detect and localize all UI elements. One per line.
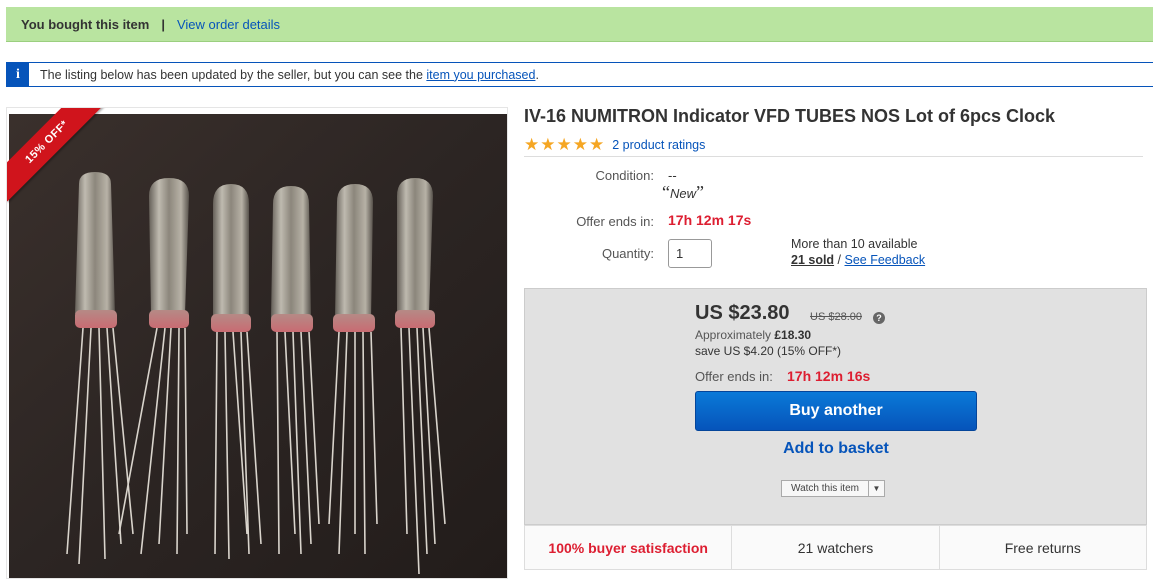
sold-count-link[interactable]: 21 sold <box>791 253 834 267</box>
add-to-basket-link[interactable]: Add to basket <box>695 440 977 458</box>
condition-label: Condition: <box>595 168 654 183</box>
star-icon: ★ <box>572 135 588 154</box>
star-rating[interactable]: ★ ★ ★ ★ ★ 2 product ratings <box>524 136 705 153</box>
condition-value: -- <box>668 168 677 183</box>
quantity-input[interactable] <box>668 239 712 268</box>
product-photo <box>9 114 507 578</box>
star-icon: ★ <box>589 135 605 154</box>
condition-new: “New” <box>662 182 705 202</box>
star-icon: ★ <box>540 135 556 154</box>
item-purchased-link[interactable]: item you purchased <box>426 68 535 82</box>
view-order-details-link[interactable]: View order details <box>177 17 280 32</box>
trust-badges: 100% buyer satisfaction 21 watchers Free… <box>524 525 1147 570</box>
buyer-satisfaction-badge: 100% buyer satisfaction <box>525 526 733 569</box>
info-icon: i <box>7 63 29 86</box>
savings-text: save US $4.20 (15% OFF*) <box>695 344 842 358</box>
divider <box>524 156 1143 157</box>
offer-countdown: 17h 12m 17s <box>668 212 752 228</box>
purchase-confirmation-bar: You bought this item | View order detail… <box>6 7 1153 42</box>
watchers-badge: 21 watchers <box>732 526 940 569</box>
offer-countdown-buybox: 17h 12m 16s <box>787 368 871 384</box>
see-feedback-link[interactable]: See Feedback <box>845 253 926 267</box>
listing-updated-notice: i The listing below has been updated by … <box>6 62 1153 87</box>
notice-text: The listing below has been updated by th… <box>40 67 539 82</box>
chevron-down-icon[interactable]: ▼ <box>869 481 884 496</box>
help-icon[interactable]: ? <box>873 312 885 324</box>
separator: | <box>161 16 165 32</box>
product-ratings-link[interactable]: 2 product ratings <box>612 138 705 152</box>
free-returns-badge: Free returns <box>1004 539 1081 556</box>
bought-message: You bought this item <box>21 16 150 32</box>
original-price: US $28.00 <box>810 311 862 323</box>
sold-info: 21 sold / See Feedback <box>791 253 926 267</box>
offer-ends-label: Offer ends in: <box>576 214 654 229</box>
price: US $23.80 <box>695 302 790 324</box>
product-image[interactable]: 15% OFF* <box>6 107 508 579</box>
star-icon: ★ <box>556 135 572 154</box>
buy-another-button[interactable]: Buy another <box>695 391 977 431</box>
star-icon: ★ <box>524 135 540 154</box>
watch-item-control[interactable]: Watch this item ▼ <box>781 480 885 497</box>
quantity-label: Quantity: <box>601 246 654 261</box>
watch-item-button[interactable]: Watch this item <box>782 481 869 496</box>
availability-text: More than 10 available <box>791 237 918 251</box>
approx-price: Approximately £18.30 <box>695 328 812 342</box>
item-title: IV-16 NUMITRON Indicator VFD TUBES NOS L… <box>524 106 1056 126</box>
offer-ends-label-buybox: Offer ends in: <box>695 369 773 384</box>
